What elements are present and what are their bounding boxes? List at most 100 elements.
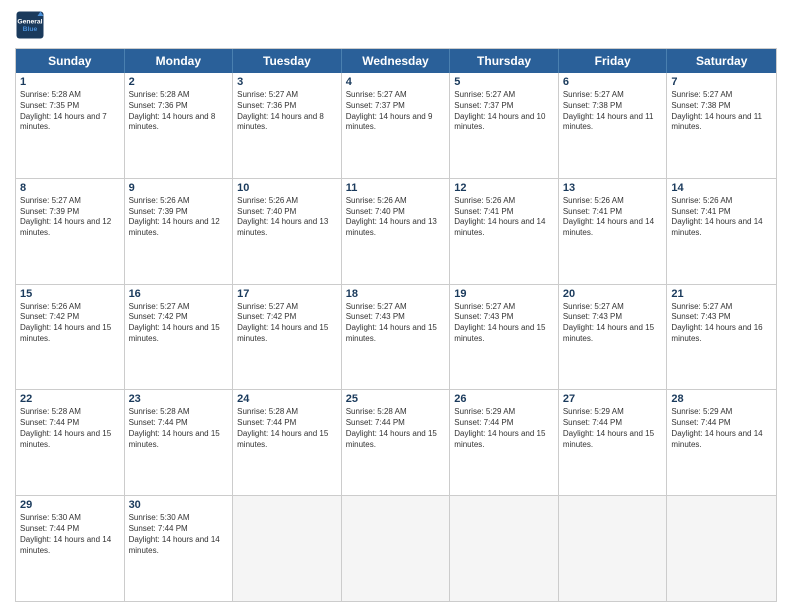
calendar-cell: 20 Sunrise: 5:27 AM Sunset: 7:43 PM Dayl… xyxy=(559,285,668,390)
sunrise: Sunrise: 5:26 AM xyxy=(671,196,772,207)
sunrise: Sunrise: 5:27 AM xyxy=(671,90,772,101)
sunset: Sunset: 7:41 PM xyxy=(563,207,663,218)
daylight: Daylight: 14 hours and 15 minutes. xyxy=(237,323,337,345)
day-number: 4 xyxy=(346,76,446,88)
day-number: 5 xyxy=(454,76,554,88)
calendar-cell: 22 Sunrise: 5:28 AM Sunset: 7:44 PM Dayl… xyxy=(16,390,125,495)
calendar-row: 1 Sunrise: 5:28 AM Sunset: 7:35 PM Dayli… xyxy=(16,73,776,179)
sunset: Sunset: 7:44 PM xyxy=(20,524,120,535)
sunrise: Sunrise: 5:26 AM xyxy=(346,196,446,207)
daylight: Daylight: 14 hours and 11 minutes. xyxy=(671,112,772,134)
sunrise: Sunrise: 5:26 AM xyxy=(129,196,229,207)
day-header-thursday: Thursday xyxy=(450,49,559,73)
sunrise: Sunrise: 5:28 AM xyxy=(20,407,120,418)
calendar-cell: 12 Sunrise: 5:26 AM Sunset: 7:41 PM Dayl… xyxy=(450,179,559,284)
calendar-cell: 29 Sunrise: 5:30 AM Sunset: 7:44 PM Dayl… xyxy=(16,496,125,601)
calendar-row: 8 Sunrise: 5:27 AM Sunset: 7:39 PM Dayli… xyxy=(16,179,776,285)
sunset: Sunset: 7:40 PM xyxy=(346,207,446,218)
day-number: 20 xyxy=(563,288,663,300)
calendar-cell: 8 Sunrise: 5:27 AM Sunset: 7:39 PM Dayli… xyxy=(16,179,125,284)
calendar-row: 15 Sunrise: 5:26 AM Sunset: 7:42 PM Dayl… xyxy=(16,285,776,391)
sunrise: Sunrise: 5:28 AM xyxy=(129,407,229,418)
daylight: Daylight: 14 hours and 15 minutes. xyxy=(20,323,120,345)
calendar-cell: 10 Sunrise: 5:26 AM Sunset: 7:40 PM Dayl… xyxy=(233,179,342,284)
daylight: Daylight: 14 hours and 15 minutes. xyxy=(454,429,554,451)
calendar-cell: 17 Sunrise: 5:27 AM Sunset: 7:42 PM Dayl… xyxy=(233,285,342,390)
calendar-cell xyxy=(667,496,776,601)
sunset: Sunset: 7:41 PM xyxy=(671,207,772,218)
sunset: Sunset: 7:37 PM xyxy=(346,101,446,112)
calendar-row: 29 Sunrise: 5:30 AM Sunset: 7:44 PM Dayl… xyxy=(16,496,776,601)
sunset: Sunset: 7:43 PM xyxy=(346,312,446,323)
daylight: Daylight: 14 hours and 7 minutes. xyxy=(20,112,120,134)
calendar-cell: 28 Sunrise: 5:29 AM Sunset: 7:44 PM Dayl… xyxy=(667,390,776,495)
sunset: Sunset: 7:44 PM xyxy=(129,418,229,429)
sunrise: Sunrise: 5:27 AM xyxy=(454,90,554,101)
day-header-monday: Monday xyxy=(125,49,234,73)
daylight: Daylight: 14 hours and 16 minutes. xyxy=(671,323,772,345)
day-number: 2 xyxy=(129,76,229,88)
daylight: Daylight: 14 hours and 14 minutes. xyxy=(671,429,772,451)
calendar-cell: 27 Sunrise: 5:29 AM Sunset: 7:44 PM Dayl… xyxy=(559,390,668,495)
sunrise: Sunrise: 5:29 AM xyxy=(671,407,772,418)
calendar-cell: 24 Sunrise: 5:28 AM Sunset: 7:44 PM Dayl… xyxy=(233,390,342,495)
day-number: 25 xyxy=(346,393,446,405)
day-number: 8 xyxy=(20,182,120,194)
day-number: 29 xyxy=(20,499,120,511)
sunrise: Sunrise: 5:26 AM xyxy=(237,196,337,207)
day-number: 19 xyxy=(454,288,554,300)
sunrise: Sunrise: 5:30 AM xyxy=(129,513,229,524)
day-header-friday: Friday xyxy=(559,49,668,73)
sunrise: Sunrise: 5:27 AM xyxy=(454,302,554,313)
daylight: Daylight: 14 hours and 15 minutes. xyxy=(563,429,663,451)
calendar-cell xyxy=(233,496,342,601)
daylight: Daylight: 14 hours and 13 minutes. xyxy=(346,217,446,239)
daylight: Daylight: 14 hours and 15 minutes. xyxy=(129,429,229,451)
day-number: 6 xyxy=(563,76,663,88)
day-number: 17 xyxy=(237,288,337,300)
day-number: 15 xyxy=(20,288,120,300)
day-header-sunday: Sunday xyxy=(16,49,125,73)
sunset: Sunset: 7:42 PM xyxy=(237,312,337,323)
calendar-cell: 18 Sunrise: 5:27 AM Sunset: 7:43 PM Dayl… xyxy=(342,285,451,390)
calendar-body: 1 Sunrise: 5:28 AM Sunset: 7:35 PM Dayli… xyxy=(16,73,776,601)
sunrise: Sunrise: 5:27 AM xyxy=(346,302,446,313)
calendar-cell xyxy=(342,496,451,601)
sunrise: Sunrise: 5:28 AM xyxy=(346,407,446,418)
sunset: Sunset: 7:35 PM xyxy=(20,101,120,112)
sunrise: Sunrise: 5:28 AM xyxy=(237,407,337,418)
sunset: Sunset: 7:42 PM xyxy=(20,312,120,323)
sunrise: Sunrise: 5:27 AM xyxy=(237,302,337,313)
sunset: Sunset: 7:44 PM xyxy=(237,418,337,429)
day-number: 12 xyxy=(454,182,554,194)
calendar-page: General Blue SundayMondayTuesdayWednesda… xyxy=(0,0,792,612)
sunset: Sunset: 7:44 PM xyxy=(671,418,772,429)
daylight: Daylight: 14 hours and 8 minutes. xyxy=(129,112,229,134)
daylight: Daylight: 14 hours and 14 minutes. xyxy=(454,217,554,239)
calendar-cell: 1 Sunrise: 5:28 AM Sunset: 7:35 PM Dayli… xyxy=(16,73,125,178)
calendar-cell: 26 Sunrise: 5:29 AM Sunset: 7:44 PM Dayl… xyxy=(450,390,559,495)
sunrise: Sunrise: 5:28 AM xyxy=(129,90,229,101)
sunset: Sunset: 7:38 PM xyxy=(671,101,772,112)
sunrise: Sunrise: 5:29 AM xyxy=(454,407,554,418)
daylight: Daylight: 14 hours and 15 minutes. xyxy=(129,323,229,345)
sunrise: Sunrise: 5:27 AM xyxy=(20,196,120,207)
calendar-cell: 23 Sunrise: 5:28 AM Sunset: 7:44 PM Dayl… xyxy=(125,390,234,495)
calendar-cell: 6 Sunrise: 5:27 AM Sunset: 7:38 PM Dayli… xyxy=(559,73,668,178)
sunset: Sunset: 7:39 PM xyxy=(129,207,229,218)
calendar-cell: 19 Sunrise: 5:27 AM Sunset: 7:43 PM Dayl… xyxy=(450,285,559,390)
calendar-cell: 21 Sunrise: 5:27 AM Sunset: 7:43 PM Dayl… xyxy=(667,285,776,390)
calendar-cell xyxy=(559,496,668,601)
sunset: Sunset: 7:37 PM xyxy=(454,101,554,112)
day-number: 18 xyxy=(346,288,446,300)
day-number: 9 xyxy=(129,182,229,194)
sunset: Sunset: 7:44 PM xyxy=(346,418,446,429)
calendar-cell: 5 Sunrise: 5:27 AM Sunset: 7:37 PM Dayli… xyxy=(450,73,559,178)
day-number: 23 xyxy=(129,393,229,405)
sunrise: Sunrise: 5:30 AM xyxy=(20,513,120,524)
day-number: 28 xyxy=(671,393,772,405)
day-number: 13 xyxy=(563,182,663,194)
day-number: 11 xyxy=(346,182,446,194)
day-number: 1 xyxy=(20,76,120,88)
day-number: 30 xyxy=(129,499,229,511)
